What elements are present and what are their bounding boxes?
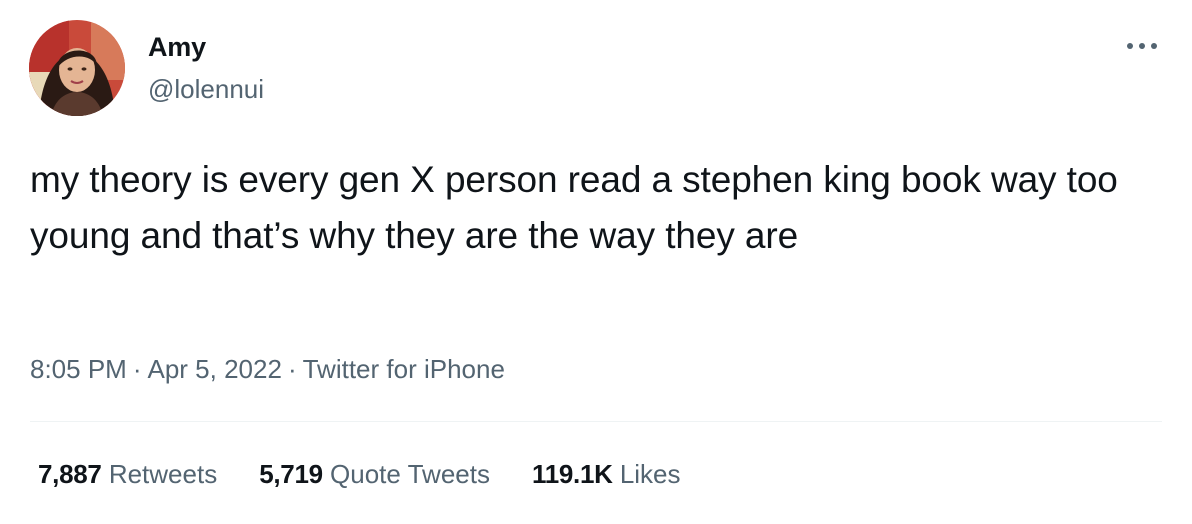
quote-tweets-stat[interactable]: 5,719 Quote Tweets — [259, 457, 490, 491]
more-horizontal-icon — [1127, 43, 1157, 49]
tweet-stats: 7,887 Retweets 5,719 Quote Tweets 119.1K… — [38, 457, 723, 491]
profile-photo-icon — [29, 20, 125, 116]
tweet-source[interactable]: Twitter for iPhone — [303, 354, 505, 384]
tweet-date[interactable]: Apr 5, 2022 — [148, 354, 282, 384]
retweets-count: 7,887 — [38, 459, 102, 489]
meta-separator: · — [132, 354, 142, 384]
likes-count: 119.1K — [531, 459, 613, 489]
quote-tweets-label: Quote Tweets — [330, 459, 490, 489]
divider — [30, 421, 1162, 422]
tweet-card: Amy @lolennui my theory is every gen X p… — [0, 0, 1192, 524]
user-handle[interactable]: @lolennui — [148, 73, 264, 105]
likes-label: Likes — [619, 459, 681, 489]
likes-stat[interactable]: 119.1K Likes — [532, 457, 681, 491]
retweets-stat[interactable]: 7,887 Retweets — [38, 457, 217, 491]
meta-separator: · — [287, 354, 297, 384]
more-options-button[interactable] — [1118, 30, 1166, 62]
display-name[interactable]: Amy — [148, 31, 206, 63]
tweet-time[interactable]: 8:05 PM — [30, 354, 127, 384]
tweet-text: my theory is every gen X person read a s… — [30, 159, 1118, 256]
retweets-label: Retweets — [108, 459, 218, 489]
avatar[interactable] — [29, 20, 125, 116]
quote-tweets-count: 5,719 — [259, 459, 323, 489]
tweet-meta: 8:05 PM · Apr 5, 2022 · Twitter for iPhone — [30, 352, 505, 386]
